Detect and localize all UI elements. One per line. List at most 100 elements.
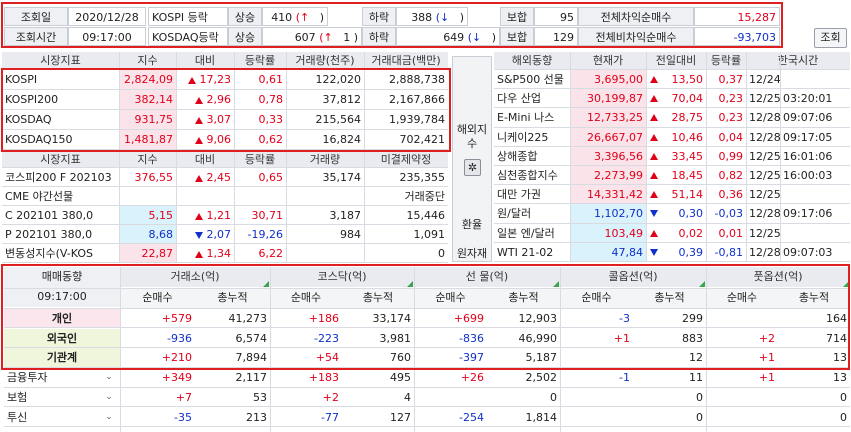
kospi-down-count: 388 (↓ ) xyxy=(396,7,468,26)
futures-volume xyxy=(286,187,364,206)
overseas-name: 다우 산업 xyxy=(497,92,541,106)
up-arrow-icon xyxy=(650,191,658,199)
flow-total-value: 2,117 xyxy=(235,371,268,385)
futures-header-0: 시장지표 xyxy=(2,151,119,168)
settings-gear-icon[interactable]: ✲ xyxy=(464,159,481,176)
flow-net-value: -35 xyxy=(174,410,192,424)
flow-net-value: +1 xyxy=(758,371,775,385)
arbitrage-value: 15,287 xyxy=(694,7,780,26)
overseas-name: 상해종합 xyxy=(497,149,538,163)
kospi-up-count: 410 (↑ ) xyxy=(262,7,328,26)
up-arrow-icon xyxy=(650,95,658,103)
chevron-down-icon[interactable]: ⌄ xyxy=(102,372,116,382)
date-field[interactable]: 2020/12/28 xyxy=(68,7,146,26)
flow-sub-total: 총누적 xyxy=(195,288,270,308)
flow-total-value: 41,273 xyxy=(228,312,268,325)
flow-total-value: 1,814 xyxy=(525,410,558,424)
index-value: 382,14 xyxy=(119,90,176,109)
investor-name: 기관계 xyxy=(4,348,120,368)
futures-open-interest: 235,355 xyxy=(399,171,446,184)
kosdaq-down-count: 649 (↓ ) xyxy=(396,27,500,46)
index-volume: 16,824 xyxy=(322,133,362,146)
up-arrow-icon xyxy=(195,250,203,258)
non-arbitrage-value: -93,703 xyxy=(694,27,780,46)
futures-name: CME 야간선물 xyxy=(5,190,74,203)
kospi-flat-label: 보합 xyxy=(500,7,534,26)
flow-net-value: -936 xyxy=(167,331,192,345)
flow-total-value: 12 xyxy=(689,351,703,365)
flow-total-value: 7,894 xyxy=(235,351,268,365)
flow-sub-net: 순매수 xyxy=(270,288,342,308)
futures-name: P 202101 380,0 xyxy=(5,228,93,241)
flow-net-value: +579 xyxy=(161,312,192,325)
overseas-change: 13,50 xyxy=(646,70,706,89)
flow-total-value: 53 xyxy=(253,390,267,404)
flow-total-value: 11 xyxy=(689,371,703,385)
overseas-date: 12/24 xyxy=(749,73,780,86)
overseas-change: 0,02 xyxy=(646,224,706,243)
futures-change: 1,21 xyxy=(176,206,234,225)
flow-total-value: 299 xyxy=(682,312,703,325)
flow-net-value: +26 xyxy=(460,371,484,385)
arbitrage-label: 전체차익순매수 xyxy=(578,7,694,26)
raw-material-tab[interactable]: 원자재 xyxy=(453,245,491,261)
index-rate: 0,78 xyxy=(258,93,284,106)
overseas-price: 12,733,25 xyxy=(570,108,646,128)
overseas-name: WTI 21-02 xyxy=(497,245,554,259)
time-field[interactable]: 09:17:00 xyxy=(68,27,146,46)
flow-total-value: 0 xyxy=(840,410,847,424)
futures-name: C 202101 380,0 xyxy=(5,209,94,222)
green-corner-icon xyxy=(553,281,559,287)
flow-net-value: -77 xyxy=(321,410,339,424)
flow-net-value: +210 xyxy=(161,351,192,365)
futures-header-4: 거래량 xyxy=(286,151,364,168)
futures-volume: 35,174 xyxy=(322,171,362,184)
index-header-2: 대비 xyxy=(176,52,234,69)
flow-net-value xyxy=(706,408,778,427)
overseas-rate: 0,04 xyxy=(718,130,744,144)
flow-net-value xyxy=(706,388,778,407)
flow-total-value: 0 xyxy=(696,390,703,404)
overseas-header-2: 전일대비 xyxy=(646,52,706,69)
overseas-time: 16:01:06 xyxy=(783,149,833,163)
flow-net-value: +54 xyxy=(315,351,339,365)
kospi-down-label: 하락 xyxy=(362,7,396,26)
chevron-down-icon[interactable]: ⌄ xyxy=(102,412,116,422)
index-header-3: 등락률 xyxy=(234,52,286,69)
flow-total-value: 46,990 xyxy=(518,331,558,345)
overseas-time: 09:17:06 xyxy=(783,207,833,221)
overseas-rate: 0,99 xyxy=(718,149,744,163)
down-arrow-icon xyxy=(650,248,658,256)
overseas-rate: 0,23 xyxy=(718,92,744,106)
futures-value: 5,15 xyxy=(119,206,176,225)
flow-net-value: -223 xyxy=(314,331,339,345)
overseas-index-tab[interactable]: 해외지수 xyxy=(453,123,491,151)
green-corner-icon xyxy=(263,281,269,287)
index-name: KOSDAQ150 xyxy=(5,133,73,146)
query-button[interactable]: 조회 xyxy=(814,28,847,48)
futures-rate: 0,65 xyxy=(258,171,284,184)
category-sidebar: 해외지수 ✲ 환율 원자재 xyxy=(452,56,492,262)
index-name: KOSDAQ xyxy=(5,113,52,126)
overseas-change: 70,04 xyxy=(646,89,706,108)
overseas-change: 0,39 xyxy=(646,243,706,262)
flow-net-value: -1 xyxy=(619,371,630,385)
up-arrow-icon xyxy=(650,76,658,83)
overseas-price: 30,199,87 xyxy=(570,89,646,109)
futures-header-1: 지수 xyxy=(119,151,176,168)
up-arrow-icon xyxy=(195,174,203,182)
overseas-name: S&P500 선물 xyxy=(497,73,564,86)
chevron-down-icon[interactable]: ⌄ xyxy=(102,392,116,402)
overseas-rate: -0,81 xyxy=(714,245,743,259)
index-rate: 0,61 xyxy=(258,73,284,86)
futures-header-2: 대비 xyxy=(176,151,234,168)
overseas-price: 14,331,42 xyxy=(570,185,646,205)
flow-time: 09:17:00 xyxy=(4,287,120,307)
exchange-rate-tab[interactable]: 환율 xyxy=(453,216,491,232)
flow-total-value: 2,502 xyxy=(525,371,558,385)
flow-sub-net: 순매수 xyxy=(560,288,633,308)
index-amount: 1,939,784 xyxy=(389,113,445,126)
overseas-rate: 0,82 xyxy=(718,169,744,182)
overseas-name: E-Mini 나스 xyxy=(497,111,555,125)
flow-total-value: 760 xyxy=(390,351,411,365)
